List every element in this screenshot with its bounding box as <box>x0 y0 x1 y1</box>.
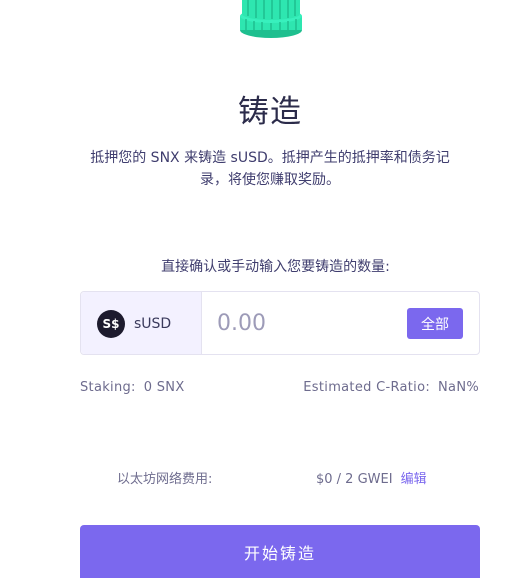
edit-fee-link[interactable]: 编辑 <box>401 472 427 487</box>
coin-stack-icon <box>240 0 302 38</box>
network-fee-value: $0 / 2 GWEI <box>316 472 393 487</box>
page-description: 抵押您的 SNX 来铸造 sUSD。抵押产生的抵押率和债务记录，将使您赚取奖励。 <box>90 150 450 188</box>
c-ratio-stat: Estimated C-Ratio: NaN% <box>303 380 479 395</box>
c-ratio-label: Estimated C-Ratio: <box>303 380 431 395</box>
mint-page: 铸造 抵押您的 SNX 来铸造 sUSD。抵押产生的抵押率和债务记录，将使您赚取… <box>0 0 531 578</box>
staking-label: Staking: <box>80 380 136 395</box>
token-selector: S$ sUSD <box>81 292 202 354</box>
susd-token-icon: S$ <box>97 310 125 338</box>
amount-prompt: 直接确认或手动输入您要铸造的数量: <box>161 259 390 275</box>
c-ratio-value: NaN% <box>438 380 479 395</box>
token-name: sUSD <box>134 316 172 332</box>
mint-amount-box: S$ sUSD 全部 <box>80 291 480 355</box>
network-fee-label: 以太坊网络费用: <box>117 472 213 487</box>
start-mint-button[interactable]: 开始铸造 <box>80 525 480 578</box>
staking-stat: Staking: 0 SNX <box>80 380 185 395</box>
max-button[interactable]: 全部 <box>407 308 463 339</box>
network-fee: $0 / 2 GWEI 编辑 <box>316 468 427 487</box>
staking-value: 0 SNX <box>143 380 185 395</box>
amount-input[interactable] <box>217 306 397 340</box>
page-title: 铸造 <box>238 94 302 130</box>
